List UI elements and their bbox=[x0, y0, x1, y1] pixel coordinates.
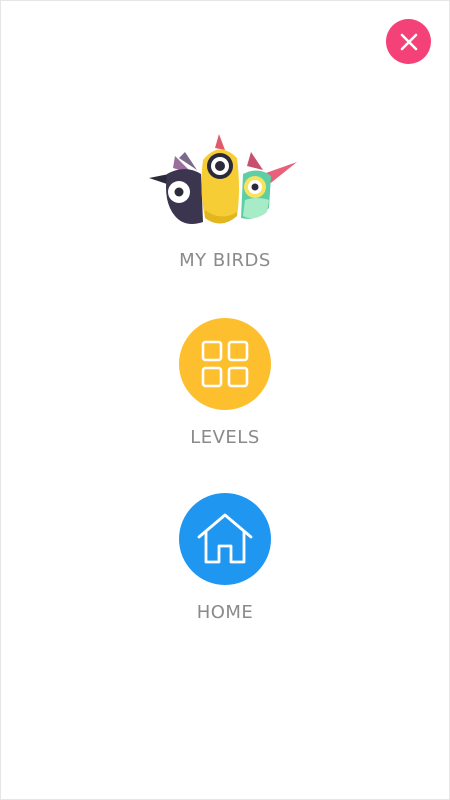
levels-label: LEVELS bbox=[190, 427, 260, 448]
home-icon bbox=[197, 513, 253, 564]
menu-screen: MY BIRDS LEVELS HOME bbox=[0, 0, 450, 800]
home-label: HOME bbox=[196, 602, 254, 623]
menu-item-home[interactable]: HOME bbox=[0, 493, 450, 623]
levels-button[interactable] bbox=[179, 318, 271, 410]
close-button[interactable] bbox=[386, 19, 431, 64]
home-button[interactable] bbox=[179, 493, 271, 585]
menu-item-my-birds[interactable]: MY BIRDS bbox=[0, 130, 450, 271]
birds-icon bbox=[149, 134, 297, 224]
close-icon bbox=[400, 33, 417, 50]
grid-icon bbox=[201, 340, 249, 388]
menu-item-levels[interactable]: LEVELS bbox=[0, 318, 450, 448]
my-birds-label: MY BIRDS bbox=[179, 250, 271, 271]
